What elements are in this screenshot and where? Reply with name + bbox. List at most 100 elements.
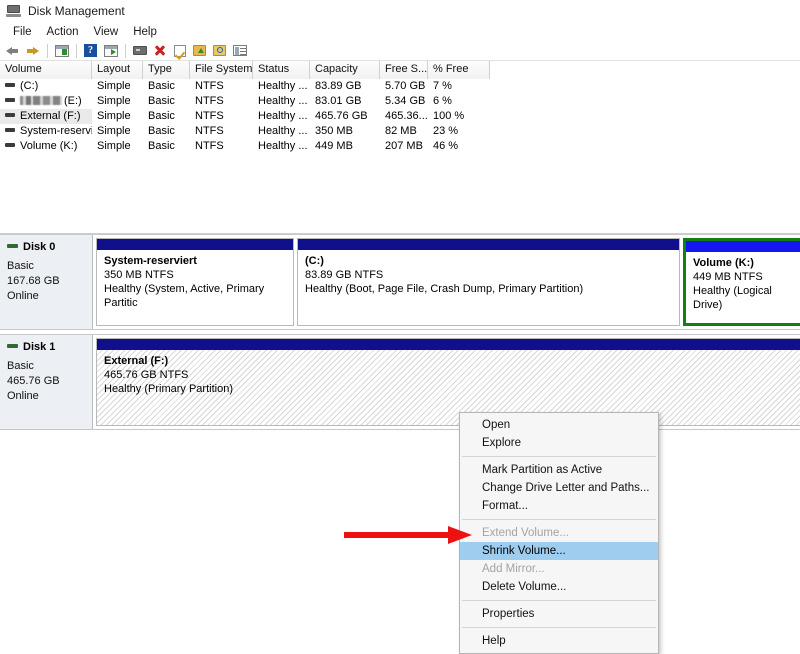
- disk-title-text: Disk 0: [23, 241, 56, 253]
- list-view-icon[interactable]: [230, 42, 249, 60]
- partition-block[interactable]: System-reserviert 350 MB NTFS Healthy (Sys…: [96, 238, 294, 326]
- cell-volume: Volume (K:): [0, 139, 92, 154]
- disk-info[interactable]: Disk 1 Basic 465.76 GB Online: [0, 335, 93, 429]
- format-icon[interactable]: [170, 42, 189, 60]
- volume-row[interactable]: (E:) Simple Basic NTFS Healthy ... 83.01 GB 5.…: [0, 94, 800, 109]
- toolbar-separator: [125, 43, 126, 58]
- context-menu-item-extend-volume: Extend Volume...: [482, 527, 569, 539]
- disk-status: Online: [7, 290, 39, 302]
- volume-row[interactable]: Volume (K:) Simple Basic NTFS Healthy ... 449…: [0, 139, 800, 154]
- volume-row[interactable]: External (F:) Simple Basic NTFS Healthy ... 4…: [0, 109, 800, 124]
- volume-row[interactable]: System-reservi... Simple Basic NTFS Healthy …: [0, 124, 800, 139]
- disk-info[interactable]: Disk 0 Basic 167.68 GB Online: [0, 235, 93, 329]
- partition-color-band: [686, 241, 800, 252]
- title-bar: Disk Management: [0, 0, 800, 22]
- partition-color-band: [97, 339, 800, 350]
- menu-action[interactable]: Action: [40, 24, 87, 40]
- context-menu-item-shrink-volume[interactable]: Shrink Volume...: [460, 542, 658, 560]
- help-icon[interactable]: ?: [81, 42, 100, 60]
- partition-health: Healthy (Logical Drive): [693, 285, 772, 311]
- cell-file-system: NTFS: [195, 140, 224, 152]
- cell-percent-free: 100 %: [433, 110, 465, 122]
- partition-block[interactable]: External (F:) 465.76 GB NTFS Healthy (Prim…: [96, 338, 800, 426]
- volume-row[interactable]: (C:) Simple Basic NTFS Healthy ... 83.89 GB 5.…: [0, 79, 800, 94]
- window-title: Disk Management: [28, 4, 125, 18]
- toolbar: ?: [0, 41, 800, 61]
- volume-name-text: (E:): [64, 95, 82, 107]
- delete-icon[interactable]: [150, 42, 169, 60]
- disk-type: Basic: [7, 360, 34, 372]
- cell-layout: Simple: [97, 110, 131, 122]
- cell-file-system: NTFS: [195, 80, 224, 92]
- back-arrow-icon[interactable]: [3, 42, 22, 60]
- partition-text: (C:) 83.89 GB NTFS Healthy (Boot, Page Fil…: [298, 250, 679, 296]
- menu-file[interactable]: File: [6, 24, 40, 40]
- disk-type: Basic: [7, 260, 34, 272]
- partition-block[interactable]: Volume (K:) 449 MB NTFS Healthy (Logical D…: [683, 238, 800, 326]
- forward-arrow-icon[interactable]: [23, 42, 42, 60]
- cell-volume: (C:): [0, 79, 92, 94]
- partition-size-fs: 83.89 GB NTFS: [305, 269, 384, 281]
- volume-list-body: (C:) Simple Basic NTFS Healthy ... 83.89 GB 5.…: [0, 79, 800, 154]
- context-menu-item-explore[interactable]: Explore: [460, 434, 658, 452]
- disk-icon: [7, 244, 18, 248]
- partition-name: Volume (K:): [693, 257, 754, 269]
- cell-capacity: 83.89 GB: [315, 80, 362, 92]
- toolbar-separator: [76, 43, 77, 58]
- cell-status: Healthy ...: [258, 80, 308, 92]
- menu-view[interactable]: View: [87, 24, 127, 40]
- column-header-free-s[interactable]: Free S...: [380, 61, 428, 79]
- cell-layout: Simple: [97, 95, 131, 107]
- context-menu-item-change-drive-letter-and-paths[interactable]: Change Drive Letter and Paths...: [460, 479, 658, 497]
- column-header-filler[interactable]: [490, 61, 800, 79]
- column-header-volume[interactable]: Volume: [0, 61, 92, 79]
- column-header-layout[interactable]: Layout: [92, 61, 143, 79]
- cell-percent-free: 7 %: [433, 80, 452, 92]
- disk-status: Online: [7, 390, 39, 402]
- new-volume-icon[interactable]: [190, 42, 209, 60]
- partition-size-fs: 449 MB NTFS: [693, 271, 763, 283]
- volume-name-text: System-reservi...: [20, 125, 92, 137]
- volume-list: Volume Layout Type File System Status Capacit…: [0, 61, 800, 233]
- cell-type: Basic: [148, 95, 175, 107]
- partition-text: System-reserviert 350 MB NTFS Healthy (Sys…: [97, 250, 293, 310]
- partition-strip: System-reserviert 350 MB NTFS Healthy (Sys…: [93, 235, 800, 329]
- context-menu-item-delete-volume[interactable]: Delete Volume...: [460, 578, 658, 596]
- cell-volume: (E:): [0, 94, 92, 109]
- disk-panel: Disk 1 Basic 465.76 GB Online External (F:) 4…: [0, 334, 800, 430]
- cell-free-space: 465.36...: [385, 110, 428, 122]
- show-hide-action-pane-icon[interactable]: [101, 42, 120, 60]
- cell-file-system: NTFS: [195, 125, 224, 137]
- column-header-capacity[interactable]: Capacity: [310, 61, 380, 79]
- context-menu-item-mark-partition-as-active[interactable]: Mark Partition as Active: [460, 461, 658, 479]
- show-hide-console-tree-icon[interactable]: [52, 42, 71, 60]
- column-header-type[interactable]: Type: [143, 61, 190, 79]
- disk-icon: [7, 344, 18, 348]
- partition-name: External (F:): [104, 355, 169, 367]
- disk-management-icon: [6, 4, 22, 18]
- cell-free-space: 82 MB: [385, 125, 417, 137]
- disk-size: 167.68 GB: [7, 275, 60, 287]
- cell-capacity: 465.76 GB: [315, 110, 368, 122]
- partition-text: External (F:) 465.76 GB NTFS Healthy (Prim…: [97, 350, 800, 396]
- context-menu-item-format[interactable]: Format...: [460, 497, 658, 515]
- partition-health: Healthy (System, Active, Primary Partiti…: [104, 283, 265, 309]
- column-header--free[interactable]: % Free: [428, 61, 490, 79]
- rescan-disks-icon[interactable]: [210, 42, 229, 60]
- partition-context-menu: Open Explore Mark Partition as Active Chang…: [459, 412, 659, 654]
- partition-name: System-reserviert: [104, 255, 197, 267]
- partition-strip: External (F:) 465.76 GB NTFS Healthy (Prim…: [93, 335, 800, 429]
- cell-volume: External (F:): [0, 109, 92, 124]
- properties-icon[interactable]: [130, 42, 149, 60]
- menu-help[interactable]: Help: [126, 24, 165, 40]
- partition-block[interactable]: (C:) 83.89 GB NTFS Healthy (Boot, Page Fil…: [297, 238, 680, 326]
- column-header-status[interactable]: Status: [253, 61, 310, 79]
- column-header-file-system[interactable]: File System: [190, 61, 253, 79]
- context-menu-item-open[interactable]: Open: [460, 416, 658, 434]
- context-menu-item-help[interactable]: Help: [460, 632, 658, 650]
- volume-drive-icon: [5, 83, 15, 87]
- context-menu-item-properties[interactable]: Properties: [460, 605, 658, 623]
- partition-health: Healthy (Boot, Page File, Crash Dump, Pr…: [305, 283, 584, 295]
- partition-health: Healthy (Primary Partition): [104, 383, 233, 395]
- context-menu-separator: [462, 456, 656, 457]
